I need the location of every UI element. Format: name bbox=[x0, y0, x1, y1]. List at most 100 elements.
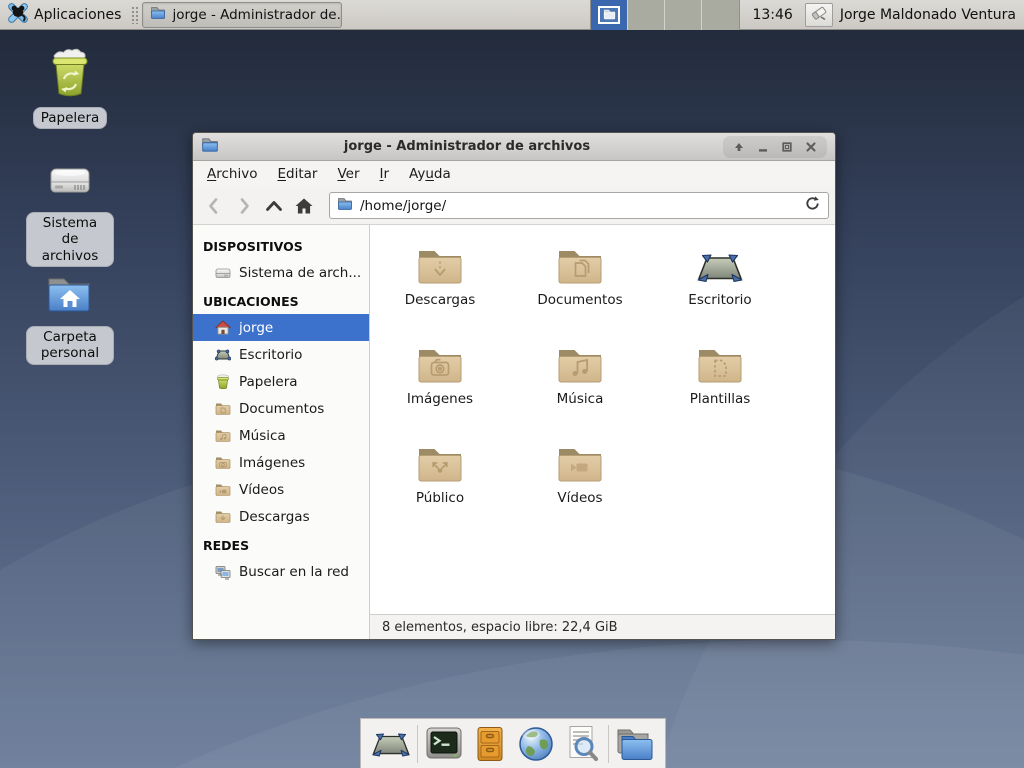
workspace-2[interactable] bbox=[628, 0, 665, 30]
desktop-icon-label: Papelera bbox=[33, 107, 108, 129]
menu-archivo[interactable]: Archivo bbox=[197, 163, 267, 185]
maximize-button[interactable] bbox=[779, 139, 795, 155]
sidebar-item-documentos[interactable]: Documentos bbox=[193, 395, 369, 422]
file-search-launcher[interactable] bbox=[562, 724, 602, 764]
file-manager-icon bbox=[615, 725, 655, 763]
forward-button[interactable] bbox=[229, 191, 259, 221]
menu-ver[interactable]: Ver bbox=[327, 163, 369, 185]
desktop-icon bbox=[696, 247, 744, 287]
home-button[interactable] bbox=[289, 191, 319, 221]
folder-download-icon bbox=[215, 509, 231, 525]
sidebar-item-imagenes[interactable]: Imágenes bbox=[193, 449, 369, 476]
sidebar-header-devices: DISPOSITIVOS bbox=[193, 231, 369, 259]
folder-music-icon bbox=[215, 428, 231, 444]
file-manager-launcher[interactable] bbox=[615, 724, 655, 764]
launcher-dock bbox=[360, 718, 666, 768]
desktop-icon-filesystem[interactable]: Sistema de archivos bbox=[22, 159, 118, 267]
sidebar-item-jorge[interactable]: jorge bbox=[193, 314, 369, 341]
up-button[interactable] bbox=[259, 191, 289, 221]
harddrive-icon bbox=[215, 265, 231, 281]
web-browser-launcher[interactable] bbox=[516, 724, 556, 764]
user-home-icon bbox=[215, 320, 231, 336]
xfce-logo-icon bbox=[8, 3, 28, 27]
sidebar: DISPOSITIVOS Sistema de arch... UBICACIO… bbox=[193, 225, 370, 639]
top-panel: Aplicaciones jorge - Administrador de...… bbox=[0, 0, 1024, 30]
web-browser-icon bbox=[516, 724, 556, 764]
window-content: DISPOSITIVOS Sistema de arch... UBICACIO… bbox=[193, 225, 835, 639]
file-manager-window-icon bbox=[150, 5, 166, 25]
back-button[interactable] bbox=[199, 191, 229, 221]
file-plantillas[interactable]: Plantillas bbox=[657, 346, 783, 445]
panel-clock[interactable]: 13:46 bbox=[752, 7, 792, 23]
file-cabinet-launcher[interactable] bbox=[470, 724, 510, 764]
sidebar-item-filesystem[interactable]: Sistema de arch... bbox=[193, 259, 369, 286]
file-videos[interactable]: Vídeos bbox=[517, 445, 643, 544]
folder-templates-icon bbox=[696, 346, 744, 386]
titlebar[interactable]: jorge - Administrador de archivos bbox=[193, 133, 835, 161]
user-name-label[interactable]: Jorge Maldonado Ventura bbox=[840, 7, 1016, 23]
applications-menu-button[interactable]: Aplicaciones bbox=[0, 0, 129, 29]
file-descargas[interactable]: Descargas bbox=[377, 247, 503, 346]
statusbar-text: 8 elementos, espacio libre: 22,4 GiB bbox=[382, 620, 618, 635]
user-action-button[interactable] bbox=[805, 3, 833, 27]
file-publico[interactable]: Público bbox=[377, 445, 503, 544]
document-search-icon bbox=[562, 724, 602, 764]
path-text[interactable]: /home/jorge/ bbox=[360, 198, 797, 214]
workspace-window-thumbnail bbox=[598, 6, 620, 24]
file-manager-window: jorge - Administrador de archivos Archiv… bbox=[192, 132, 836, 640]
window-controls bbox=[723, 136, 827, 158]
desktop-icon-label: Carpeta personal bbox=[26, 326, 114, 365]
terminal-icon bbox=[424, 724, 464, 764]
folder-images-icon bbox=[215, 455, 231, 471]
toolbar: /home/jorge/ bbox=[193, 187, 835, 225]
show-desktop-button[interactable] bbox=[371, 724, 411, 764]
main-column: Descargas Documentos bbox=[370, 225, 835, 639]
sidebar-item-network[interactable]: Buscar en la red bbox=[193, 558, 369, 585]
shade-button[interactable] bbox=[731, 139, 747, 155]
statusbar: 8 elementos, espacio libre: 22,4 GiB bbox=[370, 614, 835, 639]
trash-icon bbox=[215, 374, 231, 390]
folder-documents-icon bbox=[556, 247, 604, 287]
applications-menu-label: Aplicaciones bbox=[34, 7, 121, 23]
minimize-button[interactable] bbox=[755, 139, 771, 155]
folder-icon bbox=[337, 196, 353, 216]
eraser-icon bbox=[810, 4, 828, 26]
file-imagenes[interactable]: Imágenes bbox=[377, 346, 503, 445]
network-icon bbox=[215, 564, 231, 580]
workspace-4[interactable] bbox=[702, 0, 739, 30]
sidebar-item-musica[interactable]: Música bbox=[193, 422, 369, 449]
close-button[interactable] bbox=[803, 139, 819, 155]
sidebar-item-papelera[interactable]: Papelera bbox=[193, 368, 369, 395]
folder-documents-icon bbox=[215, 401, 231, 417]
desktop-icon-trash[interactable]: Papelera bbox=[22, 46, 118, 129]
folder-download-icon bbox=[416, 247, 464, 287]
home-folder-icon bbox=[44, 273, 96, 323]
desktop-icon bbox=[215, 347, 231, 363]
file-musica[interactable]: Música bbox=[517, 346, 643, 445]
folder-public-icon bbox=[416, 445, 464, 485]
sidebar-item-descargas[interactable]: Descargas bbox=[193, 503, 369, 530]
taskbar-window-button[interactable]: jorge - Administrador de... bbox=[142, 2, 342, 28]
sidebar-item-escritorio[interactable]: Escritorio bbox=[193, 341, 369, 368]
workspace-pager bbox=[590, 0, 740, 30]
reload-button[interactable] bbox=[804, 195, 821, 216]
dock-separator bbox=[608, 725, 609, 763]
sidebar-item-videos[interactable]: Vídeos bbox=[193, 476, 369, 503]
file-escritorio[interactable]: Escritorio bbox=[657, 247, 783, 346]
location-bar[interactable]: /home/jorge/ bbox=[329, 192, 829, 219]
file-grid: Descargas Documentos bbox=[370, 225, 835, 614]
terminal-launcher[interactable] bbox=[424, 724, 464, 764]
menu-ayuda[interactable]: Ayuda bbox=[399, 163, 461, 185]
folder-videos-icon bbox=[556, 445, 604, 485]
show-desktop-icon bbox=[371, 727, 411, 761]
menubar: Archivo Editar Ver Ir Ayuda bbox=[193, 161, 835, 187]
menu-editar[interactable]: Editar bbox=[267, 163, 327, 185]
file-documentos[interactable]: Documentos bbox=[517, 247, 643, 346]
desktop-icon-home[interactable]: Carpeta personal bbox=[22, 273, 118, 365]
workspace-3[interactable] bbox=[665, 0, 702, 30]
workspace-1-active[interactable] bbox=[591, 0, 628, 30]
trash-full-icon bbox=[44, 46, 96, 104]
folder-videos-icon bbox=[215, 482, 231, 498]
menu-ir[interactable]: Ir bbox=[370, 163, 400, 185]
folder-images-icon bbox=[416, 346, 464, 386]
